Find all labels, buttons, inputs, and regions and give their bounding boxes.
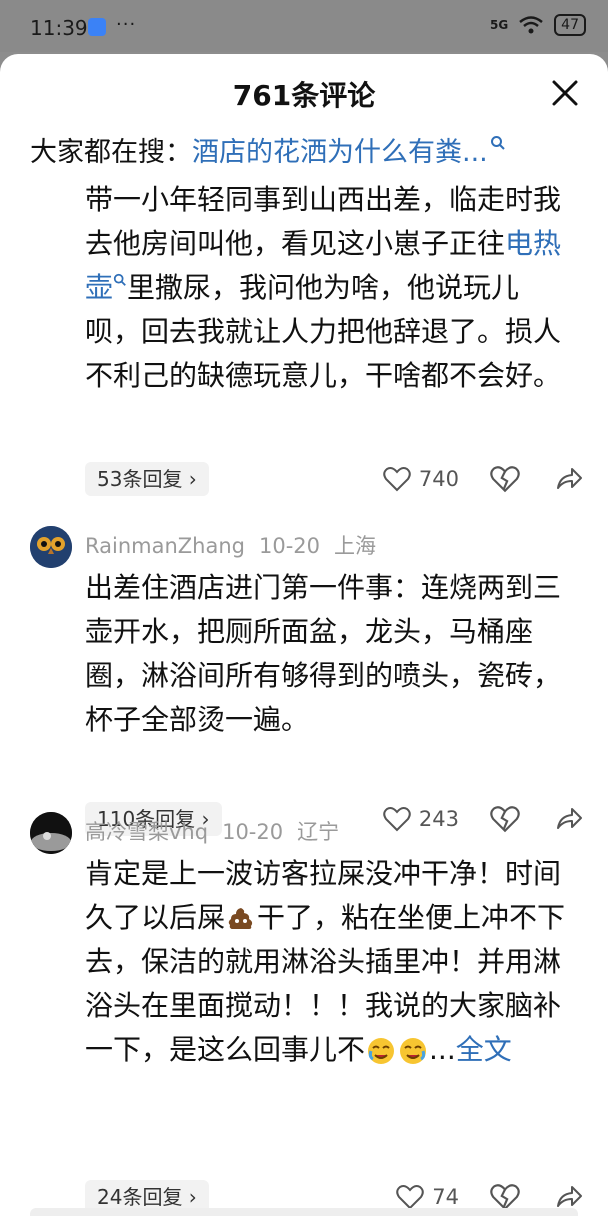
username[interactable]: 高冷雪梨vhq (85, 820, 208, 844)
search-query-link[interactable]: 酒店的花洒为什么有粪... (192, 137, 488, 168)
comment-text: 出差住酒店进门第一件事：连烧两到三壶开水，把厕所面盆，龙头，马桶座圈，淋浴间所有… (85, 571, 562, 736)
comment-date: 10-20 (222, 820, 284, 844)
sheet-title: 761条评论 (232, 79, 376, 112)
heart-icon (396, 1185, 425, 1210)
comment-text-part: 带一小年轻同事到山西出差，临走时我去他房间叫他，看见这小崽子正往 (85, 183, 562, 260)
heart-icon (383, 807, 411, 832)
status-bar: 11:39 ··· 5G 47 (0, 0, 608, 52)
moon-avatar-image (30, 812, 72, 854)
search-icon (113, 273, 126, 286)
battery-indicator: 47 (554, 14, 586, 36)
poop-emoji (228, 908, 253, 929)
avatar[interactable] (30, 526, 72, 568)
heart-icon (383, 467, 411, 492)
comment-meta: 高冷雪梨vhq 10-20 辽宁 (85, 816, 353, 846)
comment-text-part: 里撒尿，我问他为啥，他说玩儿呗，回去我就让人力把他辞退了。损人不利己的缺德玩意儿… (85, 271, 562, 392)
crying-emoji (368, 1038, 395, 1064)
like-count: 74 (432, 1185, 459, 1209)
close-icon[interactable] (550, 78, 580, 108)
comment-date: 10-20 (258, 534, 321, 558)
replies-button[interactable]: 53条回复 › (85, 462, 209, 496)
comment-location: 上海 (334, 534, 377, 558)
broken-heart-icon[interactable] (490, 464, 520, 494)
like-button[interactable]: 243 (383, 802, 459, 836)
broken-heart-icon[interactable] (490, 804, 520, 834)
status-more: ··· (116, 14, 137, 35)
crying-emoji (400, 1038, 427, 1064)
like-button[interactable]: 740 (383, 462, 459, 496)
wifi-icon (519, 16, 543, 34)
comment-location: 辽宁 (297, 820, 340, 844)
ellipsis: ... (429, 1033, 456, 1066)
like-count: 243 (418, 807, 459, 831)
share-icon[interactable] (554, 804, 584, 834)
status-indicators: 5G 47 (490, 14, 586, 36)
comment-sheet: 761条评论 大家都在搜：酒店的花洒为什么有粪... 带一小年轻同事到山西出差，… (0, 54, 608, 1216)
comment-text: 带一小年轻同事到山西出差，临走时我去他房间叫他，看见这小崽子正往电热壶 里撒尿，我… (85, 178, 575, 398)
comment-input-bar[interactable] (30, 1208, 578, 1216)
search-prefix: 大家都在搜： (30, 137, 192, 168)
comment-actions: 53条回复 › 740 (85, 462, 584, 496)
expand-full-text-link[interactable]: 全文 (456, 1033, 512, 1066)
signal-icon: 5G (489, 18, 509, 32)
app-notification-icon (88, 18, 106, 36)
username[interactable]: RainmanZhang (85, 534, 245, 558)
share-icon[interactable] (554, 464, 584, 494)
owl-avatar-image (30, 526, 72, 568)
comment-text: 肯定是上一波访客拉屎没冲干净！时间久了以后屎 干了，粘在坐便上冲不下去，保洁的就用… (85, 852, 575, 1072)
comment-meta: RainmanZhang 10-20 上海 (85, 530, 390, 560)
like-count: 740 (418, 467, 459, 491)
trending-search[interactable]: 大家都在搜：酒店的花洒为什么有粪... (30, 130, 506, 169)
avatar[interactable] (30, 812, 72, 854)
status-time: 11:39 (30, 16, 88, 40)
search-icon (490, 136, 505, 150)
